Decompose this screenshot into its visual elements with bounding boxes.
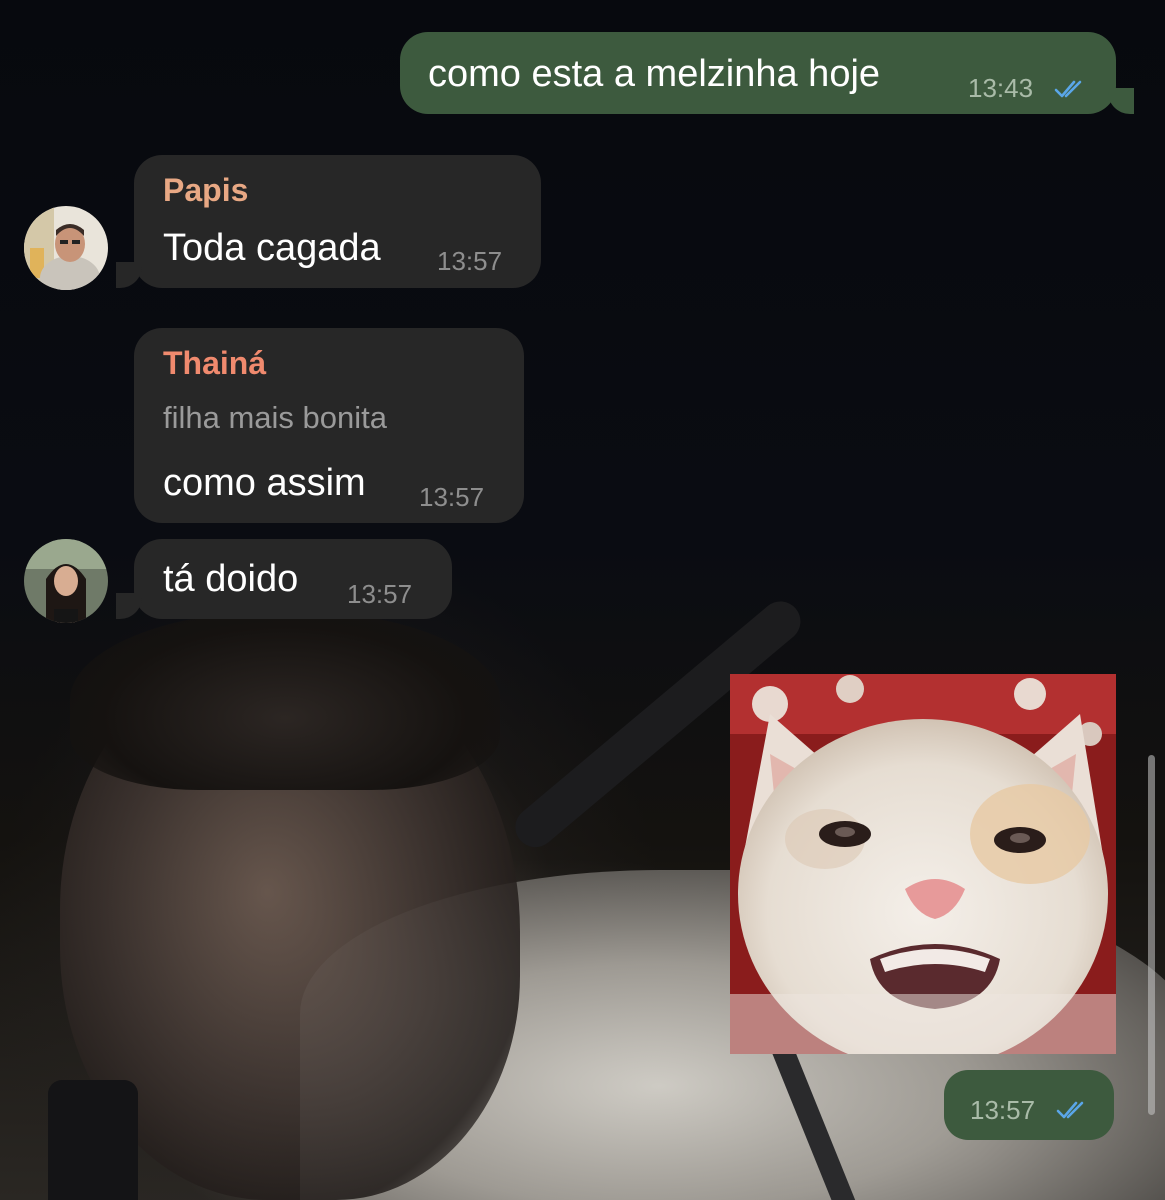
double-check-icon — [1054, 80, 1082, 98]
bubble-tail — [1108, 88, 1134, 114]
message-text: Toda cagada — [163, 227, 381, 269]
crying-cat-sticker[interactable] — [730, 674, 1116, 1054]
sender-name[interactable]: Thainá — [163, 344, 266, 382]
bubble-tail — [116, 593, 142, 619]
avatar[interactable] — [24, 206, 108, 290]
bubble-tail — [116, 262, 142, 288]
message-time: 13:57 — [419, 482, 485, 512]
message-text: como assim — [163, 462, 366, 504]
message-time: 13:57 — [970, 1095, 1036, 1125]
double-check-icon — [1056, 1101, 1084, 1119]
chat-view: como esta a melzinha hoje 13:43 Papis To… — [0, 0, 1165, 1200]
message-time: 13:57 — [347, 579, 413, 609]
wallpaper-phone — [48, 1080, 138, 1200]
message-time: 13:57 — [437, 246, 503, 276]
cat-sticker-image — [730, 674, 1116, 1054]
message-text: tá doido — [163, 558, 299, 600]
message-text: como esta a melzinha hoje — [428, 53, 881, 95]
message-time: 13:43 — [968, 73, 1034, 103]
avatar-thaina-image — [24, 539, 108, 623]
scrollbar[interactable] — [1148, 755, 1155, 1115]
wallpaper-hair — [70, 610, 500, 790]
avatar-papis-image — [24, 206, 108, 290]
sender-name[interactable]: Papis — [163, 171, 248, 209]
wallpaper-face — [60, 640, 520, 1200]
avatar[interactable] — [24, 539, 108, 623]
reply-preview[interactable]: filha mais bonita — [163, 400, 387, 436]
